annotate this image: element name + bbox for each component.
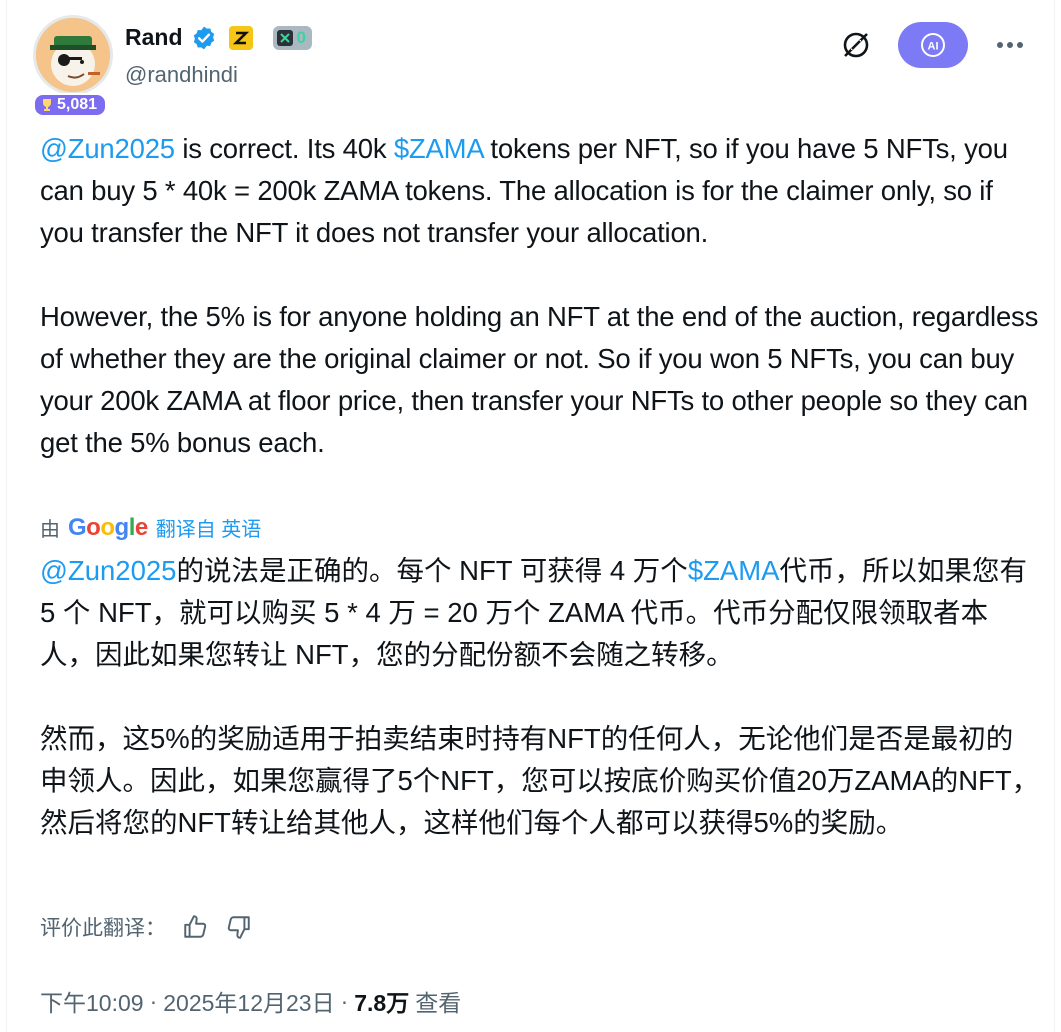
avatar[interactable] — [33, 15, 113, 95]
cashtag-link[interactable]: $ZAMA — [688, 555, 780, 586]
more-options-icon[interactable] — [992, 27, 1028, 63]
mention-link[interactable]: @Zun2025 — [40, 133, 175, 164]
post-paragraph-1: @Zun2025 is correct. Its 40k $ZAMA token… — [40, 128, 1040, 254]
x-score-chip[interactable]: 0 — [272, 25, 312, 50]
post-text-segment: is correct. Its 40k — [174, 133, 394, 164]
translation-attribution: 由 Google 翻译自 英语 — [40, 513, 261, 542]
post-text-original: @Zun2025 is correct. Its 40k $ZAMA token… — [40, 128, 1040, 464]
post-actions: AI — [838, 22, 1028, 68]
google-logo: Google — [68, 513, 148, 541]
svg-text:AI: AI — [928, 41, 939, 53]
post-paragraph-2: However, the 5% is for anyone holding an… — [40, 301, 1039, 458]
post-time[interactable]: 下午10:09 — [40, 984, 144, 1018]
translated-paragraph-1: @Zun2025的说法是正确的。每个 NFT 可获得 4 万个$ZAMA代币，所… — [40, 550, 1040, 676]
post-date[interactable]: 2025年12月23日 — [163, 984, 334, 1018]
x-logo-icon — [276, 29, 293, 46]
trophy-icon — [43, 99, 51, 111]
thumbs-down-icon[interactable] — [224, 912, 254, 942]
mention-link[interactable]: @Zun2025 — [40, 555, 176, 586]
cashtag-link[interactable]: $ZAMA — [394, 133, 483, 164]
author-handle[interactable]: @randhindi — [125, 62, 238, 88]
ai-translate-button[interactable]: AI — [898, 22, 968, 68]
affiliate-logo-icon[interactable] — [228, 25, 253, 50]
translated-from-link[interactable]: 翻译自 英语 — [156, 513, 262, 542]
post-metadata: 下午10:09 · 2025年12月23日 · 7.8万 查看 — [40, 984, 461, 1018]
author-name-row: Rand 0 — [125, 24, 312, 51]
ai-icon: AI — [921, 33, 945, 57]
rate-translation-row: 评价此翻译： — [40, 912, 254, 942]
x-score-value: 0 — [296, 27, 306, 47]
translated-by-label: 由 — [40, 519, 60, 541]
view-count-label: 查看 — [415, 990, 462, 1016]
separator-dot: · — [149, 987, 158, 1014]
score-badge[interactable]: 5,081 — [33, 93, 108, 117]
thumbs-up-icon[interactable] — [180, 912, 210, 942]
verified-badge-icon[interactable] — [191, 25, 217, 51]
post-text-translated: @Zun2025的说法是正确的。每个 NFT 可获得 4 万个$ZAMA代币，所… — [40, 550, 1040, 844]
score-value: 5,081 — [57, 96, 98, 113]
avatar-container[interactable]: 5,081 — [33, 15, 117, 117]
post-card: 5,081 Rand 0 @randhindi AI @Zun2025 is c… — [6, 0, 1055, 1032]
rate-translation-label: 评价此翻译： — [40, 917, 166, 940]
author-name[interactable]: Rand — [125, 24, 183, 51]
translated-paragraph-2: 然而，这5%的奖励适用于拍卖结束时持有NFT的任何人，无论他们是否是最初的申领人… — [40, 723, 1040, 838]
translated-text-segment: 的说法是正确的。每个 NFT 可获得 4 万个 — [176, 555, 688, 586]
grok-icon[interactable] — [838, 27, 874, 63]
view-count: 7.8万 — [354, 990, 410, 1016]
separator-dot: · — [340, 987, 349, 1014]
